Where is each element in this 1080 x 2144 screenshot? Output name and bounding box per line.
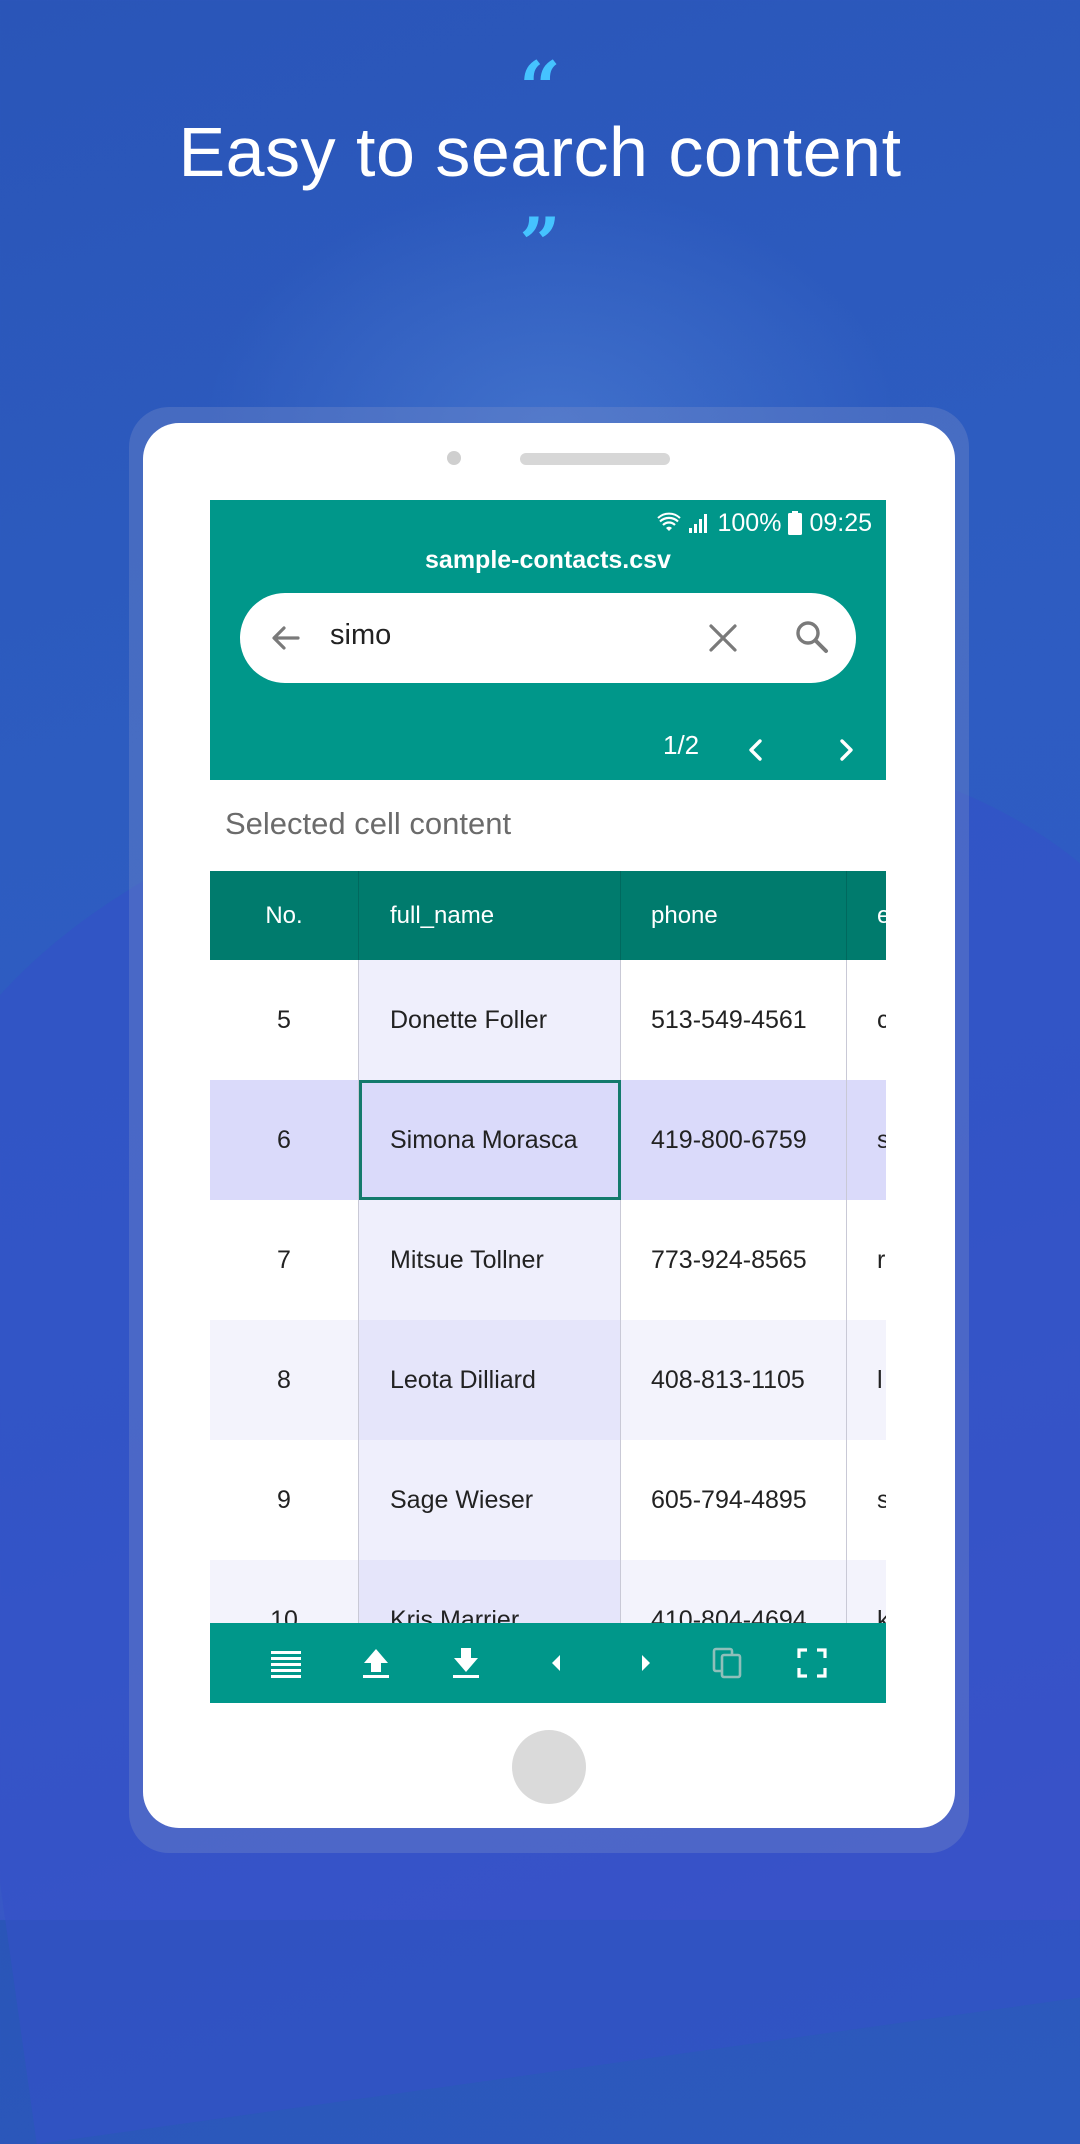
- search-icon[interactable]: [793, 618, 831, 656]
- clock-time: 09:25: [809, 508, 872, 537]
- cell-full-name[interactable]: Sage Wieser: [359, 1440, 621, 1560]
- search-result-pager: 1/2: [210, 730, 886, 770]
- back-arrow-icon[interactable]: [268, 620, 304, 656]
- column-header-phone[interactable]: phone: [621, 871, 847, 960]
- search-bar[interactable]: simo: [240, 593, 856, 683]
- home-button[interactable]: [512, 1730, 586, 1804]
- cell-email[interactable]: s: [847, 1440, 886, 1560]
- table-row-selected[interactable]: 6 Simona Morasca 419-800-6759 s: [210, 1080, 886, 1200]
- table-row[interactable]: 10 Kris Marrier 410-804-4694 k: [210, 1560, 886, 1623]
- wifi-icon: [657, 512, 682, 531]
- copy-icon[interactable]: [710, 1645, 746, 1681]
- selected-cell-outline: [359, 1080, 621, 1200]
- chevron-left-icon[interactable]: [739, 733, 773, 767]
- cell-phone[interactable]: 773-924-8565: [621, 1200, 847, 1320]
- cell-phone[interactable]: 513-549-4561: [621, 960, 847, 1080]
- cell-phone[interactable]: 605-794-4895: [621, 1440, 847, 1560]
- chevron-right-icon[interactable]: [829, 733, 863, 767]
- cell-email[interactable]: k: [847, 1560, 886, 1623]
- cell-email[interactable]: c: [847, 960, 886, 1080]
- table-row[interactable]: 8 Leota Dilliard 408-813-1105 l: [210, 1320, 886, 1440]
- upload-icon[interactable]: [358, 1645, 394, 1681]
- app-bar: 100% 09:25 sample-contacts.csv simo 1/2: [210, 500, 886, 780]
- search-input[interactable]: simo: [330, 619, 391, 652]
- battery-percent: 100%: [717, 508, 782, 537]
- cell-phone[interactable]: 408-813-1105: [621, 1320, 847, 1440]
- list-icon[interactable]: [268, 1645, 304, 1681]
- bottom-toolbar: [210, 1623, 886, 1703]
- result-count: 1/2: [663, 730, 700, 760]
- fullscreen-icon[interactable]: [794, 1645, 830, 1681]
- cell-full-name[interactable]: Mitsue Tollner: [359, 1200, 621, 1320]
- cell-no[interactable]: 10: [210, 1560, 359, 1623]
- battery-icon: [788, 511, 803, 535]
- table-header: No. full_name phone e: [210, 871, 886, 960]
- close-quote-mark: ”: [519, 201, 561, 286]
- device-speaker: [520, 453, 670, 465]
- cell-no[interactable]: 5: [210, 960, 359, 1080]
- column-header-no[interactable]: No.: [210, 871, 359, 960]
- column-header-email[interactable]: e: [847, 871, 886, 960]
- status-bar: 100% 09:25: [657, 508, 872, 538]
- cell-no[interactable]: 7: [210, 1200, 359, 1320]
- table-row[interactable]: 5 Donette Foller 513-549-4561 c: [210, 960, 886, 1080]
- tablet-device: 100% 09:25 sample-contacts.csv simo 1/2 …: [143, 423, 955, 1828]
- cell-phone[interactable]: 419-800-6759: [621, 1080, 847, 1200]
- prev-icon[interactable]: [538, 1645, 574, 1681]
- cell-email[interactable]: r: [847, 1200, 886, 1320]
- cell-no[interactable]: 8: [210, 1320, 359, 1440]
- cell-email[interactable]: l: [847, 1320, 886, 1440]
- cell-email[interactable]: s: [847, 1080, 886, 1200]
- file-title: sample-contacts.csv: [425, 546, 671, 574]
- app-screen: 100% 09:25 sample-contacts.csv simo 1/2 …: [210, 500, 886, 1703]
- table-row[interactable]: 9 Sage Wieser 605-794-4895 s: [210, 1440, 886, 1560]
- cell-phone[interactable]: 410-804-4694: [621, 1560, 847, 1623]
- cell-full-name[interactable]: Donette Foller: [359, 960, 621, 1080]
- cell-no[interactable]: 6: [210, 1080, 359, 1200]
- column-header-full-name[interactable]: full_name: [359, 871, 621, 960]
- next-icon[interactable]: [628, 1645, 664, 1681]
- selected-cell-content-bar: Selected cell content: [210, 780, 886, 872]
- cell-full-name[interactable]: Kris Marrier: [359, 1560, 621, 1623]
- clear-icon[interactable]: [705, 620, 741, 656]
- promo-headline: Easy to search content: [178, 113, 902, 191]
- cell-full-name[interactable]: Leota Dilliard: [359, 1320, 621, 1440]
- device-camera: [447, 451, 461, 465]
- download-icon[interactable]: [448, 1645, 484, 1681]
- cell-no[interactable]: 9: [210, 1440, 359, 1560]
- signal-icon: [689, 514, 708, 533]
- csv-table: No. full_name phone e 5 Donette Foller 5…: [210, 871, 886, 1623]
- table-row[interactable]: 7 Mitsue Tollner 773-924-8565 r: [210, 1200, 886, 1320]
- selected-cell-label: Selected cell content: [225, 806, 512, 841]
